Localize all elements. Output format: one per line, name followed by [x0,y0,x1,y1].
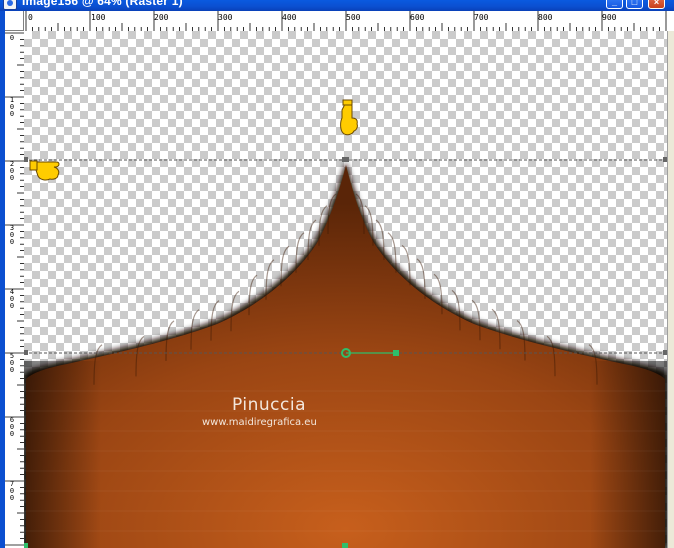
ruler-label: 800 [538,13,553,22]
guide-handle[interactable] [24,350,28,355]
close-button[interactable]: × [648,0,665,9]
vertical-scrollbar[interactable] [667,31,674,548]
ruler-label: 500 [346,13,361,22]
ruler-label: 300 [9,224,15,246]
title-bar[interactable]: Image156 @ 64% (Raster 1) _ □ × [0,0,674,11]
node-handle-end[interactable] [24,543,28,548]
ruler-corner [5,11,24,31]
minimize-icon: _ [611,0,617,7]
ruler-label: 700 [474,13,489,22]
hand-pointer-icon [29,160,60,181]
guide-handle[interactable] [342,157,349,162]
guide-handle[interactable] [24,157,28,162]
ruler-label: 400 [9,288,15,310]
ruler-label: 0 [28,13,33,22]
ruler-label: 600 [410,13,425,22]
close-icon: × [653,0,660,7]
node-handle-end[interactable] [393,350,399,356]
ruler-label: 600 [9,416,15,438]
app-icon [3,0,17,10]
minimize-button[interactable]: _ [606,0,623,9]
ruler-label: 200 [9,160,15,182]
hand-pointer-icon [340,99,358,136]
ruler-label: 0 [9,34,15,42]
ruler-label: 500 [9,352,15,374]
shape-edge-shade [24,361,667,548]
ruler-label: 200 [154,13,169,22]
maximize-button[interactable]: □ [626,0,643,9]
ruler-label: 300 [218,13,233,22]
horizontal-ruler[interactable]: 0 100 200 300 400 500 600 700 800 900 [24,11,674,32]
node-handle-end[interactable] [342,543,348,548]
ruler-label: 900 [602,13,617,22]
image-canvas[interactable]: Pinuccia www.maidiregrafica.eu [24,31,667,548]
ruler-label: 100 [91,13,106,22]
watermark-title: Pinuccia [232,395,306,415]
ruler-label: 700 [9,480,15,502]
maximize-icon: □ [631,0,638,7]
vertical-ruler[interactable]: 0 100 200 300 400 500 600 700 [5,31,25,548]
ruler-label: 400 [282,13,297,22]
watermark-url: www.maidiregrafica.eu [202,417,317,428]
ruler-label: 100 [9,96,15,118]
window-title: Image156 @ 64% (Raster 1) [22,0,183,8]
artwork [24,99,667,548]
